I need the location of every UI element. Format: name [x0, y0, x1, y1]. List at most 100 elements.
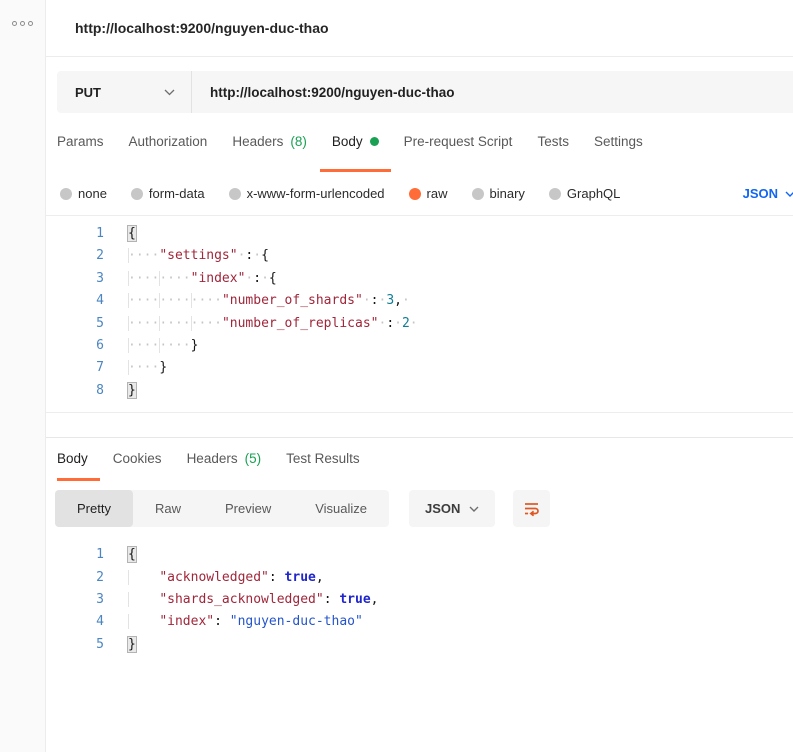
- code-text[interactable]: "index": "nguyen-duc-thao": [128, 611, 793, 633]
- request-tab-authorization[interactable]: Authorization: [117, 113, 220, 172]
- request-tab-headers[interactable]: Headers (8): [220, 113, 319, 172]
- request-tab-body[interactable]: Body: [319, 113, 391, 172]
- response-body-editor[interactable]: 1{2 "acknowledged": true, 3 "shards_ackno…: [46, 537, 793, 666]
- line-number: 7: [96, 360, 104, 376]
- response-view-preview[interactable]: Preview: [203, 490, 293, 527]
- request-tab-settings[interactable]: Settings: [582, 113, 655, 172]
- tab-label: Pre-request Script: [403, 133, 513, 149]
- sidebar-rail: [0, 0, 46, 752]
- body-type-binary[interactable]: binary: [471, 186, 525, 201]
- code-text[interactable]: ········"index"·:·{: [128, 268, 793, 290]
- response-tab-cookies[interactable]: Cookies: [101, 438, 174, 481]
- request-url-bar: PUT http://localhost:9200/nguyen-duc-tha…: [57, 71, 793, 113]
- more-options-button[interactable]: [9, 16, 36, 31]
- indent-guide: ····: [128, 248, 160, 264]
- code-text[interactable]: ····}: [128, 357, 793, 379]
- tab-label: Headers: [186, 450, 238, 466]
- radio-icon: [548, 187, 561, 200]
- token: true: [284, 569, 316, 585]
- response-tab-test-results[interactable]: Test Results: [274, 438, 372, 481]
- line-number: 1: [96, 547, 104, 563]
- token: }: [128, 382, 136, 398]
- radio-label: raw: [426, 186, 448, 201]
- radio-icon: [471, 187, 484, 200]
- request-tab-tests[interactable]: Tests: [525, 113, 581, 172]
- code-text[interactable]: ············"number_of_replicas"·:·2·: [128, 313, 793, 335]
- tab-label: Settings: [593, 133, 643, 149]
- token: ,: [370, 591, 379, 607]
- code-text[interactable]: {: [128, 223, 793, 245]
- tab-label: Body: [57, 450, 88, 466]
- token: :: [268, 569, 277, 585]
- indent-guide: [128, 614, 159, 629]
- token: ·: [409, 315, 418, 331]
- token: }: [159, 360, 168, 376]
- language-label: JSON: [742, 186, 778, 201]
- wrap-lines-button[interactable]: [513, 490, 551, 528]
- body-type-form-data[interactable]: form-data: [130, 186, 205, 201]
- indent-guide: ····: [159, 315, 191, 331]
- response-tab-body[interactable]: Body: [57, 438, 100, 482]
- response-view-visualize[interactable]: Visualize: [293, 490, 389, 527]
- tab-label: Tests: [537, 133, 569, 149]
- code-text[interactable]: "shards_acknowledged": true,: [128, 589, 793, 611]
- tab-count-badge: (5): [244, 450, 262, 466]
- url-input[interactable]: http://localhost:9200/nguyen-duc-thao: [192, 71, 793, 113]
- code-text[interactable]: }: [128, 380, 793, 402]
- body-type-x-www-form-urlencoded[interactable]: x-www-form-urlencoded: [228, 186, 385, 201]
- request-tabs: Params Authorization Headers (8) Body Pre-req…: [46, 113, 793, 172]
- response-view-raw[interactable]: Raw: [133, 490, 203, 527]
- token: ·: [401, 293, 410, 309]
- radio-label: binary: [489, 186, 525, 201]
- tab-label: Headers: [232, 133, 284, 149]
- code-line: 6 ········}: [46, 335, 793, 357]
- code-text[interactable]: ····"settings"·:·{: [128, 245, 793, 267]
- code-line: 8}: [46, 380, 793, 402]
- more-options-icon: [12, 21, 17, 26]
- code-line: 2 ····"settings"·:·{: [46, 245, 793, 267]
- indent-guide: ····: [190, 293, 222, 309]
- token: "nguyen-duc-thao": [229, 614, 363, 630]
- code-text[interactable]: "acknowledged": true,: [128, 567, 793, 589]
- body-type-options: none form-data x-www-form-urlencoded raw bin…: [46, 172, 793, 215]
- indent-guide: ····: [128, 337, 160, 353]
- main-panel: http://localhost:9200/nguyen-duc-thao PU…: [46, 0, 793, 752]
- indent-guide: ····: [190, 315, 222, 331]
- code-text[interactable]: ············"number_of_shards"·:·3,·: [128, 290, 793, 312]
- token: }: [190, 337, 199, 353]
- response-language-select[interactable]: JSON: [409, 490, 496, 528]
- code-text[interactable]: {: [128, 544, 793, 566]
- line-number: 6: [96, 337, 104, 353]
- request-body-editor[interactable]: 1{2 ····"settings"·:·{3 ········"index"·:·…: [46, 215, 793, 414]
- token: {: [261, 248, 269, 264]
- method-select[interactable]: PUT: [57, 71, 192, 113]
- line-number: 3: [96, 270, 104, 286]
- indent-guide: ····: [159, 293, 191, 309]
- token: }: [128, 636, 136, 652]
- body-type-raw[interactable]: raw: [408, 186, 448, 201]
- response-view-switcher: Pretty Raw Preview Visualize: [55, 490, 390, 528]
- request-tab-params[interactable]: Params: [57, 113, 116, 172]
- token: {: [268, 270, 277, 286]
- tab-label: Authorization: [128, 133, 208, 149]
- token: ·: [261, 270, 269, 286]
- token: true: [339, 591, 371, 607]
- indent-guide: ····: [128, 360, 160, 376]
- chevron-down-icon: [469, 506, 479, 512]
- request-language-select[interactable]: JSON: [743, 186, 793, 201]
- response-toolbar: Pretty Raw Preview Visualize JSON: [46, 481, 793, 537]
- indent-guide: ····: [128, 293, 160, 309]
- tab-label: Cookies: [112, 450, 162, 466]
- body-type-none[interactable]: none: [60, 186, 107, 201]
- body-type-list: none form-data x-www-form-urlencoded raw bin…: [60, 186, 620, 201]
- token: :: [253, 270, 262, 286]
- body-type-graphql[interactable]: GraphQL: [548, 186, 620, 201]
- response-view-pretty[interactable]: Pretty: [55, 490, 133, 528]
- response-tab-headers[interactable]: Headers (5): [175, 438, 274, 481]
- code-text[interactable]: }: [128, 634, 793, 656]
- chevron-down-icon: [164, 89, 175, 95]
- code-text[interactable]: ········}: [128, 335, 793, 357]
- line-number: 3: [96, 591, 104, 607]
- request-tab-pre-request-script[interactable]: Pre-request Script: [392, 113, 525, 172]
